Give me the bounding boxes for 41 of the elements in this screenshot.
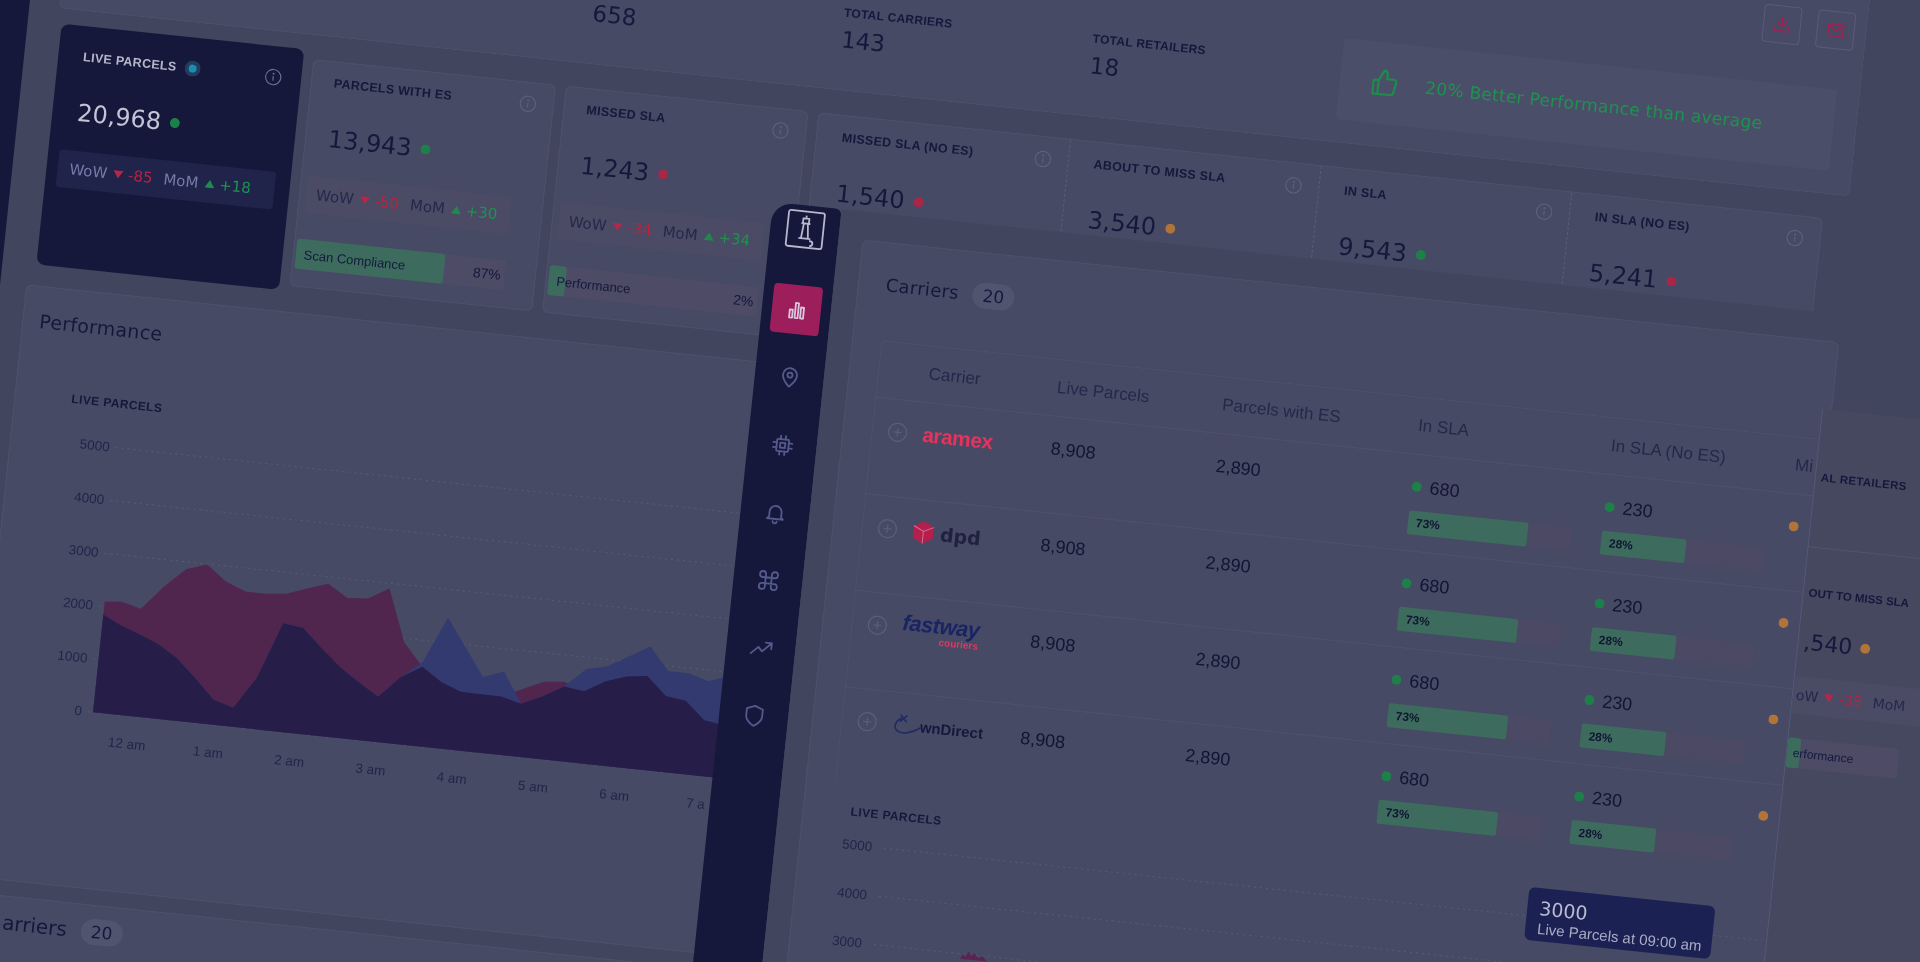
bar-reading: 73% bbox=[1415, 516, 1441, 533]
bar-reading: 87% bbox=[471, 264, 502, 284]
info-icon[interactable] bbox=[1533, 202, 1554, 222]
trend-label: MoM bbox=[162, 170, 199, 193]
trend-value: +18 bbox=[217, 176, 252, 198]
bar-reading: 28% bbox=[1587, 729, 1614, 746]
count-badge: 20 bbox=[79, 918, 124, 949]
bar-label: erformance bbox=[1792, 745, 1854, 767]
bar-label: Performance bbox=[555, 273, 631, 297]
bar-reading: 2% bbox=[732, 291, 754, 310]
trend-value: +34 bbox=[717, 228, 751, 251]
area-chart-drawing bbox=[959, 951, 987, 962]
count-badge: 20 bbox=[971, 281, 1016, 312]
trend-value: -50 bbox=[373, 192, 400, 214]
kpi-label: LIVE PARCELS bbox=[82, 49, 178, 77]
banner-text: 20% Better Performance than average bbox=[1424, 78, 1764, 134]
bar-reading: 73% bbox=[1394, 708, 1421, 726]
trend-value: -34 bbox=[626, 219, 653, 240]
nav-button[interactable] bbox=[769, 282, 824, 337]
info-icon[interactable] bbox=[1784, 228, 1805, 249]
bar-reading: 28% bbox=[1577, 825, 1604, 843]
tower-logo-icon[interactable] bbox=[782, 207, 827, 252]
bar-reading: 73% bbox=[1405, 612, 1431, 629]
carrier-logo: aramex bbox=[921, 422, 994, 455]
bar-reading: 73% bbox=[1384, 805, 1411, 822]
info-icon[interactable] bbox=[517, 94, 538, 115]
trend-label: WoW bbox=[68, 160, 108, 183]
live-dot-icon bbox=[183, 60, 201, 78]
bar-reading: 28% bbox=[1608, 536, 1634, 553]
trend-value: -85 bbox=[126, 166, 154, 188]
download-button[interactable] bbox=[1760, 4, 1803, 46]
info-icon[interactable] bbox=[1283, 175, 1304, 196]
info-icon[interactable] bbox=[263, 67, 283, 88]
info-icon[interactable] bbox=[1032, 149, 1053, 170]
mail-button[interactable] bbox=[1814, 9, 1857, 52]
bar-label: Scan Compliance bbox=[302, 247, 406, 273]
kpi-value: 20,968 bbox=[75, 98, 163, 138]
cube-icon bbox=[911, 519, 936, 546]
trend-value: -35 bbox=[1838, 691, 1863, 710]
bar-reading: 28% bbox=[1598, 632, 1624, 650]
trend-value: +30 bbox=[464, 202, 498, 224]
